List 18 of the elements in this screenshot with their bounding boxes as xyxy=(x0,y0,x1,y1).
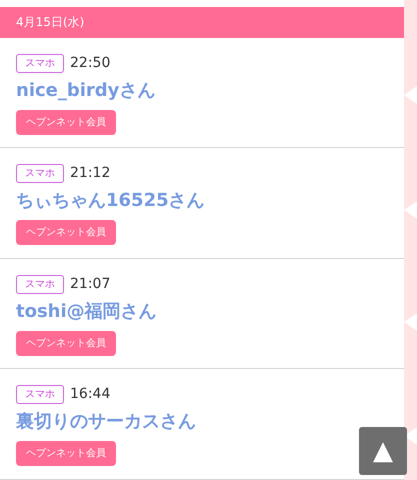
visit-time: 16:44 xyxy=(70,385,110,404)
visit-time: 21:07 xyxy=(70,274,110,294)
date-header: 4月15日(水) xyxy=(0,6,404,38)
back-to-top-button[interactable]: ▲ xyxy=(359,427,407,475)
user-name[interactable]: ちぃちゃん16525さん xyxy=(16,187,205,214)
device-tag: スマホ xyxy=(16,54,64,73)
member-label: ヘブンネット会員 xyxy=(16,110,116,135)
visit-time: 22:50 xyxy=(70,54,110,73)
device-tag: スマホ xyxy=(16,385,64,404)
member-label: ヘブンネット会員 xyxy=(16,330,116,356)
device-tag: スマホ xyxy=(16,164,64,184)
member-label: ヘブンネット会員 xyxy=(16,220,116,246)
user-name[interactable]: nice_birdyさん xyxy=(16,76,156,104)
user-name[interactable]: 裏切りのサーカスさん xyxy=(16,408,196,436)
device-tag: スマホ xyxy=(16,274,64,294)
user-name[interactable]: toshi@福岡さん xyxy=(16,298,157,325)
visit-time: 21:12 xyxy=(70,164,110,184)
member-label: ヘブンネット会員 xyxy=(16,441,116,466)
